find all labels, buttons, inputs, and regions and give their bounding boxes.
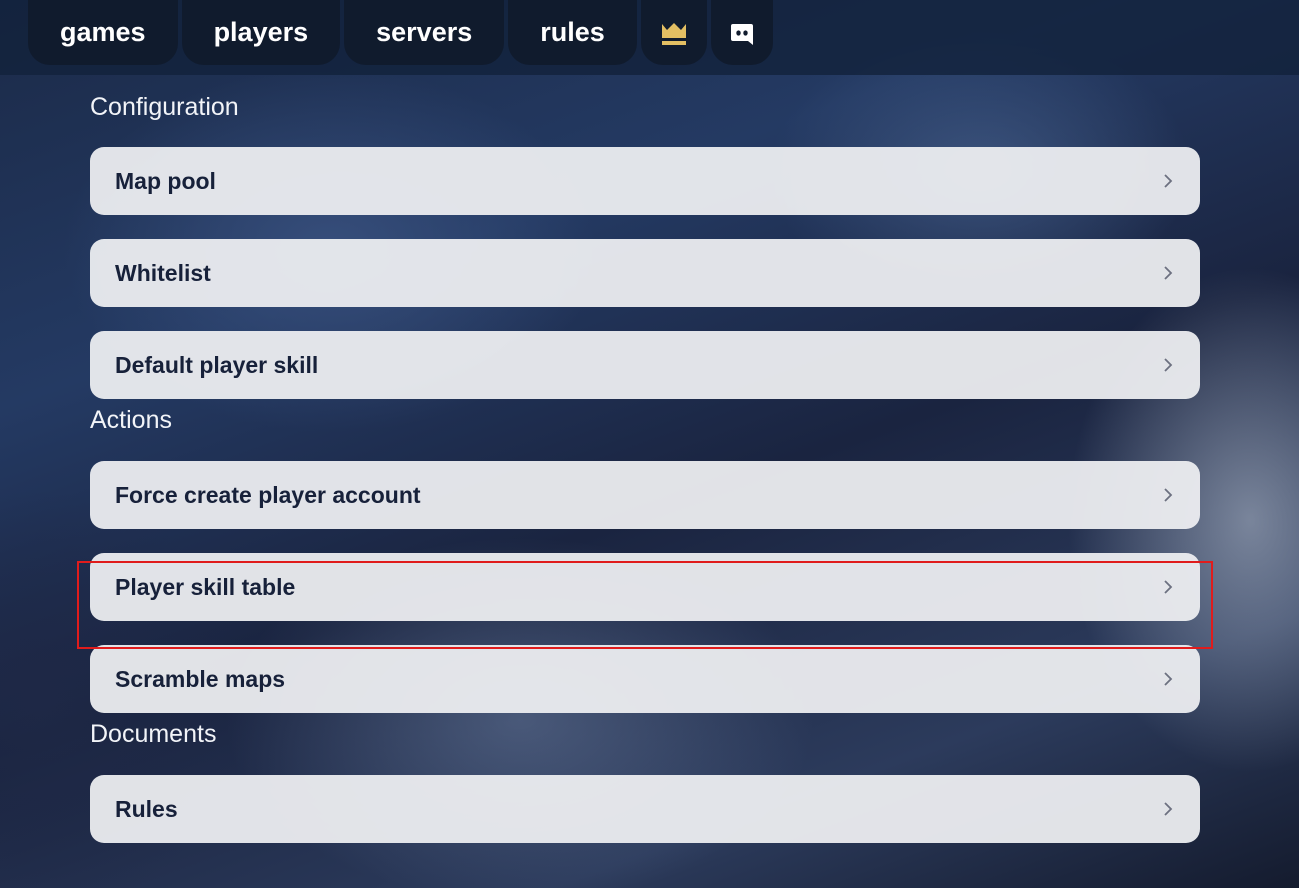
section-title-configuration: Configuration [90, 93, 239, 121]
whitelist-button[interactable]: Whitelist [90, 239, 1200, 307]
section-title-documents: Documents [90, 720, 217, 748]
main-nav: games players servers rules [28, 0, 773, 65]
chevron-right-icon [1162, 356, 1174, 374]
card-label: Map pool [115, 167, 216, 194]
card-label: Whitelist [115, 259, 211, 286]
chevron-right-icon [1162, 172, 1174, 190]
nav-rules[interactable]: rules [508, 0, 637, 65]
crown-icon [659, 19, 689, 47]
nav-crown-button[interactable] [640, 0, 707, 65]
section-title-actions: Actions [90, 406, 172, 434]
chevron-right-icon [1162, 264, 1174, 282]
nav-games[interactable]: games [28, 0, 178, 65]
chevron-right-icon [1162, 578, 1174, 596]
chevron-right-icon [1162, 800, 1174, 818]
nav-servers[interactable]: servers [344, 0, 505, 65]
card-label: Rules [115, 795, 178, 822]
nav-players[interactable]: players [181, 0, 341, 65]
card-label: Force create player account [115, 481, 421, 508]
default-player-skill-button[interactable]: Default player skill [90, 331, 1200, 399]
force-create-player-account-button[interactable]: Force create player account [90, 461, 1200, 529]
map-pool-button[interactable]: Map pool [90, 147, 1200, 215]
player-skill-table-button[interactable]: Player skill table [90, 553, 1200, 621]
chevron-right-icon [1162, 486, 1174, 504]
scramble-maps-button[interactable]: Scramble maps [90, 645, 1200, 713]
nav-discord-button[interactable] [710, 0, 773, 65]
discord-icon [729, 20, 755, 46]
rules-button[interactable]: Rules [90, 775, 1200, 843]
card-label: Scramble maps [115, 665, 286, 692]
card-label: Player skill table [115, 573, 296, 600]
admin-panel: Configuration Map pool Whitelist Default… [90, 86, 1200, 867]
chevron-right-icon [1162, 670, 1174, 688]
card-label: Default player skill [115, 351, 319, 378]
top-navigation-bar: games players servers rules [0, 0, 1299, 75]
